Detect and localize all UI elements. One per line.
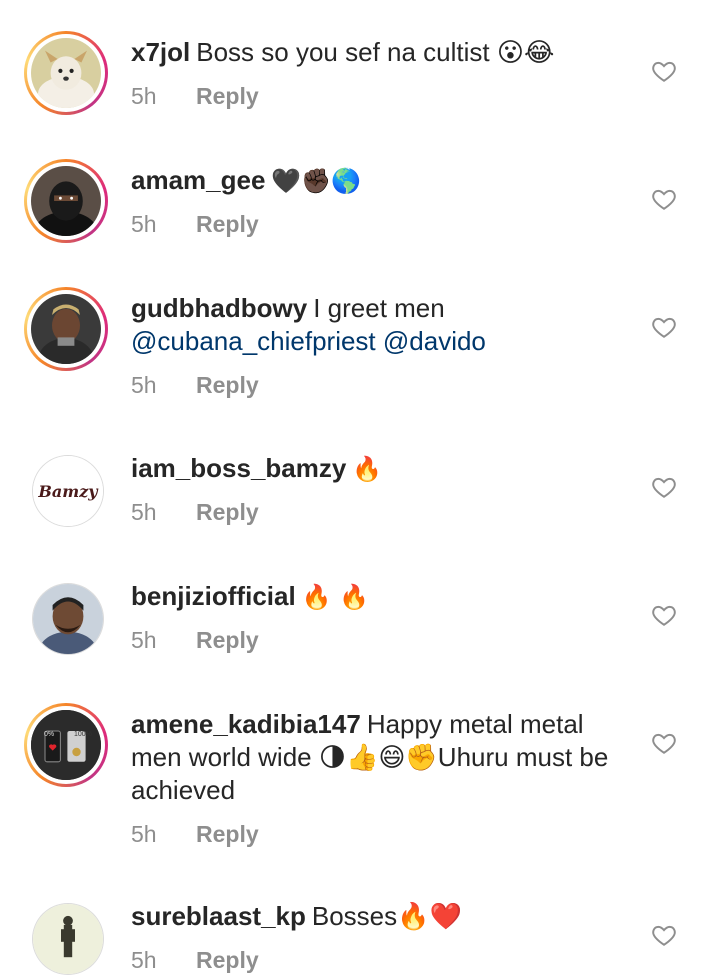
- comment-meta: 5h Reply: [131, 499, 259, 526]
- avatar[interactable]: [24, 287, 108, 371]
- comment-username[interactable]: amene_kadibia147: [131, 709, 361, 739]
- avatar[interactable]: 0% 100%: [24, 703, 108, 787]
- comment-body: Bosses🔥❤️: [311, 901, 462, 931]
- comment-time: 5h: [131, 821, 157, 847]
- avatar[interactable]: Bamzy: [32, 455, 104, 527]
- reply-button[interactable]: Reply: [196, 211, 259, 237]
- comment-mentions[interactable]: @cubana_chiefpriest @davido: [131, 326, 486, 356]
- comment-text: amam_gee 🖤✊🏿🌎: [131, 164, 631, 198]
- comment-text: benjiziofficial 🔥 🔥: [131, 580, 631, 614]
- comment-time: 5h: [131, 372, 157, 398]
- comment-meta: 5h Reply: [131, 83, 259, 110]
- comment-body: 🖤✊🏿🌎: [271, 167, 362, 195]
- comment-body: I greet men: [313, 293, 445, 323]
- comment-body: 🔥: [352, 455, 383, 483]
- comment-text: amene_kadibia147 Happy metal metal men wo…: [131, 708, 631, 807]
- comment-time: 5h: [131, 499, 157, 525]
- person-avatar-image: [33, 904, 103, 974]
- heart-icon[interactable]: [651, 602, 677, 628]
- comment-body: 🔥 🔥: [301, 583, 370, 611]
- reply-button[interactable]: Reply: [196, 947, 259, 973]
- comment-body: Boss so you sef na cultist 😮😂: [196, 37, 555, 67]
- comment-meta: 5h Reply: [131, 627, 259, 654]
- battery-full-label: 100%: [74, 731, 92, 738]
- reply-button[interactable]: Reply: [196, 499, 259, 525]
- battery-empty-label: 0%: [44, 731, 55, 738]
- reply-button[interactable]: Reply: [196, 83, 259, 109]
- avatar[interactable]: [24, 159, 108, 243]
- masked-man-avatar-image: [31, 166, 101, 236]
- comment-username[interactable]: sureblaast_kp: [131, 901, 306, 931]
- comment-time: 5h: [131, 83, 157, 109]
- heart-icon[interactable]: [651, 314, 677, 340]
- comment-time: 5h: [131, 211, 157, 237]
- reply-button[interactable]: Reply: [196, 627, 259, 653]
- man-avatar-image: [33, 584, 103, 654]
- heart-icon[interactable]: [651, 186, 677, 212]
- comment-username[interactable]: iam_boss_bamzy: [131, 453, 346, 483]
- avatar[interactable]: [32, 583, 104, 655]
- comment-meta: 5h Reply: [131, 947, 259, 974]
- man-avatar-image: [31, 294, 101, 364]
- dog-avatar-image: [31, 38, 101, 108]
- avatar[interactable]: [24, 31, 108, 115]
- comment-text: sureblaast_kp Bosses🔥❤️: [131, 900, 631, 933]
- avatar[interactable]: [32, 903, 104, 975]
- heart-icon[interactable]: [651, 58, 677, 84]
- heart-icon[interactable]: [651, 730, 677, 756]
- reply-button[interactable]: Reply: [196, 821, 259, 847]
- comment-username[interactable]: gudbhadbowy: [131, 293, 307, 323]
- comment-username[interactable]: amam_gee: [131, 165, 265, 195]
- heart-icon[interactable]: [651, 474, 677, 500]
- comment-meta: 5h Reply: [131, 211, 259, 238]
- comment-meta: 5h Reply: [131, 821, 259, 848]
- comment-text: gudbhadbowy I greet men @cubana_chiefprie…: [131, 292, 631, 358]
- comment-meta: 5h Reply: [131, 372, 259, 399]
- comment-time: 5h: [131, 627, 157, 653]
- comment-username[interactable]: benjiziofficial: [131, 581, 296, 611]
- bamzy-logo: Bamzy: [38, 481, 98, 501]
- heart-icon[interactable]: [651, 922, 677, 948]
- reply-button[interactable]: Reply: [196, 372, 259, 398]
- battery-avatar-image: [31, 710, 101, 780]
- comment-text: iam_boss_bamzy 🔥: [131, 452, 631, 486]
- comment-text: x7jol Boss so you sef na cultist 😮😂: [131, 36, 631, 69]
- comment-username[interactable]: x7jol: [131, 37, 190, 67]
- comment-time: 5h: [131, 947, 157, 973]
